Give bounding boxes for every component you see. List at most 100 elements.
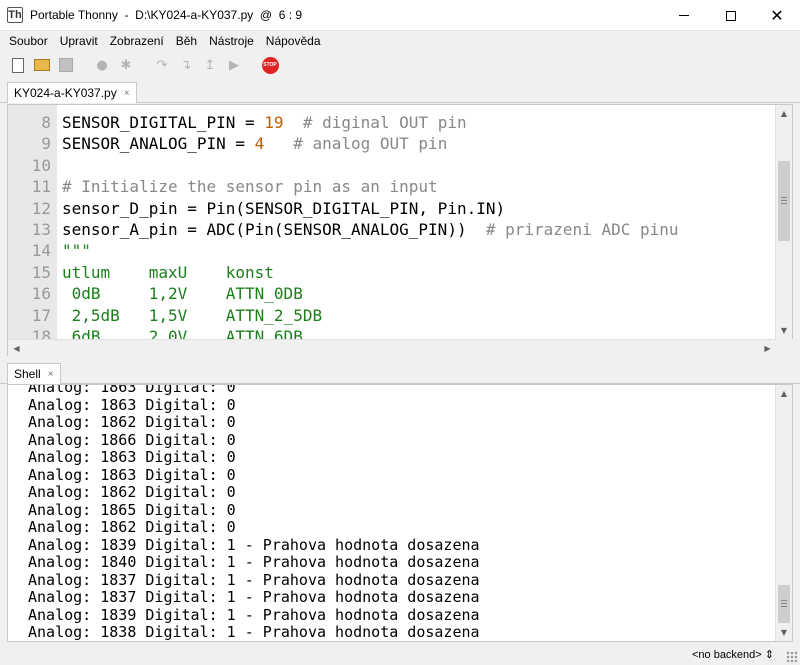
code-line: 2,5dB 1,5V ATTN_2_5DB [62, 305, 323, 325]
shell-output-line: Analog: 1863 Digital: 0 [28, 448, 236, 466]
debug-button[interactable]: ✱ [116, 55, 136, 75]
run-button[interactable]: ● [92, 55, 112, 75]
shell-output-line: Analog: 1866 Digital: 0 [28, 430, 236, 449]
code-comment: # prirazeni ADC pinu [466, 219, 679, 239]
resize-grip-icon[interactable] [786, 651, 798, 663]
shell-console[interactable]: Analog: 1863 Digital: 0 Analog: 1863 Dig… [7, 384, 793, 642]
editor-horizontal-scrollbar[interactable]: ◀ ▶ [8, 339, 776, 356]
status-bar: <no backend> ⇕ [0, 645, 800, 665]
menu-zobrazeni[interactable]: Zobrazení [104, 31, 170, 51]
minimize-icon [679, 15, 689, 16]
scroll-up-icon[interactable]: ▲ [776, 385, 792, 402]
stop-icon: STOP [261, 56, 279, 74]
scroll-right-icon[interactable]: ▶ [759, 340, 776, 357]
line-number: 17 [31, 305, 51, 325]
new-file-button[interactable] [8, 55, 28, 75]
shell-output-line: Analog: 1838 Digital: 1 - Prahova hodnot… [28, 623, 480, 641]
code-text-area[interactable]: SENSOR_DIGITAL_PIN = 19 # diginal OUT pi… [57, 105, 776, 339]
code-line: 6dB 2,0V ATTN_6DB [62, 326, 303, 339]
shell-tab-bar: Shell × [0, 361, 800, 384]
line-number: 10 [31, 155, 51, 175]
toolbar-separator [80, 55, 88, 75]
step-into-button[interactable]: ↴ [176, 55, 196, 75]
step-over-icon: ↷ [156, 57, 168, 73]
open-folder-icon [34, 59, 50, 71]
shell-output-line: Analog: 1865 Digital: 0 [28, 500, 236, 519]
resume-button[interactable]: ▶ [224, 55, 244, 75]
resume-icon: ▶ [229, 57, 239, 73]
close-button[interactable]: ✕ [754, 0, 800, 31]
code-comment: # diginal OUT pin [283, 113, 467, 132]
line-number: 13 [31, 219, 51, 239]
menu-napoveda[interactable]: Nápověda [260, 31, 327, 51]
code-line: sensor_D_pin = Pin(SENSOR_DIGITAL_PIN, P… [62, 198, 506, 218]
tab-label: KY024-a-KY037.py [14, 86, 117, 100]
stop-button[interactable]: STOP [260, 55, 280, 75]
tab-shell[interactable]: Shell × [7, 363, 61, 384]
code-text: SENSOR_ANALOG_PIN = [62, 134, 255, 154]
menu-beh[interactable]: Běh [170, 31, 203, 51]
title-bar: Th Portable Thonny - D:\KY024-a-KY037.py… [0, 0, 800, 31]
toolbar-separator [140, 55, 148, 75]
tab-label: Shell [14, 367, 41, 381]
toolbar-separator [248, 55, 256, 75]
tab-close-icon[interactable]: × [48, 369, 54, 380]
shell-output-line: Analog: 1839 Digital: 1 - Prahova hodnot… [28, 535, 480, 554]
scrollbar-corner [776, 339, 793, 356]
scroll-down-icon[interactable]: ▼ [776, 322, 792, 339]
menu-nastroje[interactable]: Nástroje [203, 31, 260, 51]
menu-soubor[interactable]: Soubor [3, 31, 54, 51]
window-title: Portable Thonny - D:\KY024-a-KY037.py @ … [30, 8, 303, 22]
updown-arrow-icon: ⇕ [764, 649, 774, 661]
save-file-button[interactable] [56, 55, 76, 75]
code-line: utlum maxU konst [62, 262, 274, 282]
code-text: sensor_A_pin = ADC(Pin(SENSOR_ANALOG_PIN… [62, 219, 467, 239]
code-editor[interactable]: 8 9 10 11 12 13 14 15 16 17 18 SENSOR_DI… [7, 104, 793, 356]
code-text: SENSOR_DIGITAL_PIN = [62, 113, 265, 132]
code-number: 4 [254, 134, 265, 154]
scrollbar-thumb[interactable] [778, 161, 790, 241]
backend-selector[interactable]: <no backend> ⇕ [692, 648, 774, 661]
toolbar: ● ✱ ↷ ↴ ↥ ▶ STOP [0, 52, 800, 78]
shell-output-line: Analog: 1863 Digital: 0 [28, 384, 236, 396]
backend-label: <no backend> [691, 649, 762, 661]
code-line: 0dB 1,2V ATTN_0DB [62, 284, 303, 304]
maximize-icon [726, 10, 736, 21]
step-over-button[interactable]: ↷ [152, 55, 172, 75]
scrollbar-thumb[interactable] [778, 585, 790, 623]
step-out-icon: ↥ [204, 57, 216, 73]
line-number: 9 [41, 134, 51, 154]
scroll-up-icon[interactable]: ▲ [776, 105, 792, 122]
code-line: SENSOR_DIGITAL_PIN = 19 # diginal OUT pi… [57, 112, 776, 133]
shell-output-line: Analog: 1862 Digital: 0 [28, 518, 236, 536]
maximize-button[interactable] [708, 0, 754, 31]
code-comment: # analog OUT pin [264, 134, 448, 154]
menu-upravit[interactable]: Upravit [54, 31, 104, 51]
scroll-left-icon[interactable]: ◀ [8, 340, 25, 357]
tab-ky024-file[interactable]: KY024-a-KY037.py × [7, 82, 137, 103]
step-out-button[interactable]: ↥ [200, 55, 220, 75]
menu-bar: Soubor Upravit Zobrazení Běh Nástroje Ná… [0, 31, 800, 51]
line-number: 11 [31, 177, 51, 197]
line-number: 16 [31, 284, 51, 304]
thonny-app-icon: Th [7, 7, 23, 23]
bug-icon: ✱ [120, 57, 132, 73]
code-line: # Initialize the sensor pin as an input [57, 176, 776, 197]
line-number: 12 [31, 198, 51, 218]
code-number: 19 [264, 113, 284, 132]
tab-close-icon[interactable]: × [124, 88, 130, 99]
shell-vertical-scrollbar[interactable]: ▲ ▼ [775, 385, 792, 641]
scroll-down-icon[interactable]: ▼ [776, 624, 792, 641]
grip-icon [781, 197, 787, 204]
open-file-button[interactable] [32, 55, 52, 75]
save-icon [59, 58, 73, 72]
code-line: SENSOR_ANALOG_PIN = 4 # analog OUT pin [57, 133, 776, 154]
code-comment: # Initialize the sensor pin as an input [62, 177, 438, 197]
shell-output-line: Analog: 1863 Digital: 0 [28, 465, 236, 484]
editor-vertical-scrollbar[interactable]: ▲ ▼ [775, 105, 792, 339]
new-file-icon [12, 57, 24, 73]
minimize-button[interactable] [661, 0, 707, 31]
shell-output-line: Analog: 1863 Digital: 0 [28, 395, 236, 414]
line-number: 15 [31, 262, 51, 282]
shell-output-line: Analog: 1862 Digital: 0 [28, 413, 236, 431]
